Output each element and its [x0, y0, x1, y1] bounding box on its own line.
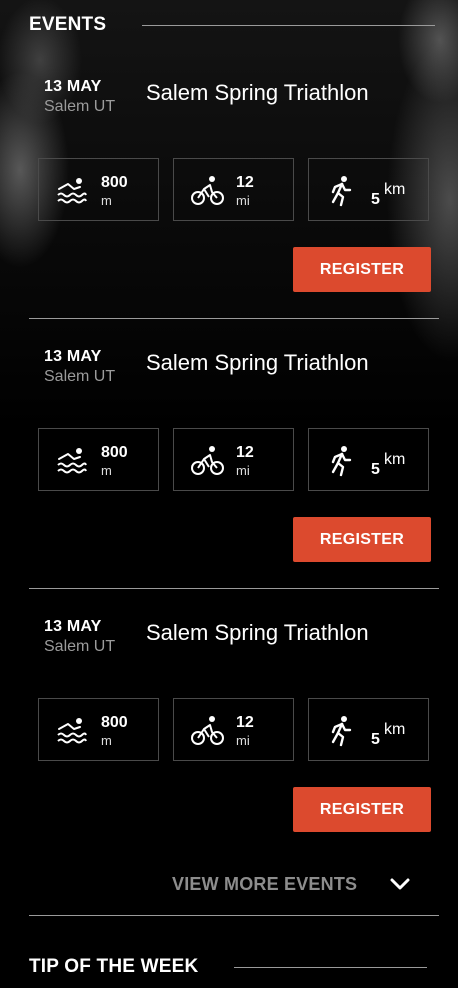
bike-distance-value: 12: [236, 444, 254, 461]
event-card: 13 MAY Salem UT Salem Spring Triathlon 8…: [29, 618, 439, 888]
swim-distance-value: 800: [101, 714, 128, 731]
event-date: 13 MAY: [44, 618, 102, 635]
register-button[interactable]: REGISTER: [293, 247, 431, 292]
event-date: 13 MAY: [44, 78, 102, 95]
swim-distance-unit: m: [101, 733, 112, 748]
event-location: Salem UT: [44, 638, 116, 655]
bike-distance-value: 12: [236, 714, 254, 731]
bike-distance-value: 12: [236, 174, 254, 191]
bike-icon: [191, 176, 224, 205]
event-name[interactable]: Salem Spring Triathlon: [146, 350, 369, 376]
run-distance-value: 5: [371, 731, 380, 748]
event-date: 13 MAY: [44, 348, 102, 365]
bike-distance-box: 12 mi: [173, 158, 294, 221]
event-name[interactable]: Salem Spring Triathlon: [146, 80, 369, 106]
swim-icon: [57, 178, 87, 204]
event-divider: [29, 588, 439, 589]
events-section-title: EVENTS: [29, 14, 107, 35]
section-rule: [142, 24, 436, 26]
event-location: Salem UT: [44, 98, 116, 115]
swim-distance-box: 800 m: [38, 158, 159, 221]
bike-distance-unit: mi: [236, 193, 250, 208]
swim-distance-value: 800: [101, 444, 128, 461]
register-button[interactable]: REGISTER: [293, 787, 431, 832]
run-distance-unit: km: [384, 181, 406, 198]
events-section-header: EVENTS: [29, 14, 436, 36]
run-distance-value: 5: [371, 191, 380, 208]
swim-distance-unit: m: [101, 193, 112, 208]
run-distance-box: 5 km: [308, 158, 429, 221]
event-location: Salem UT: [44, 368, 116, 385]
run-icon: [331, 446, 352, 477]
event-card: 13 MAY Salem UT Salem Spring Triathlon 8…: [29, 348, 439, 618]
run-distance-value: 5: [371, 461, 380, 478]
swim-icon: [57, 718, 87, 744]
run-distance-unit: km: [384, 721, 406, 738]
run-icon: [331, 716, 352, 747]
swim-distance-unit: m: [101, 463, 112, 478]
bike-icon: [191, 446, 224, 475]
event-card: 13 MAY Salem UT Salem Spring Triathlon 8…: [29, 78, 439, 348]
tip-section-header: TIP OF THE WEEK: [29, 956, 428, 978]
swim-distance-box: 800 m: [38, 698, 159, 761]
section-divider: [29, 915, 439, 916]
bike-distance-box: 12 mi: [173, 698, 294, 761]
run-distance-box: 5 km: [308, 698, 429, 761]
bike-distance-unit: mi: [236, 733, 250, 748]
event-divider: [29, 318, 439, 319]
run-icon: [331, 176, 352, 207]
tip-section-title: TIP OF THE WEEK: [29, 956, 199, 977]
view-more-events-label: VIEW MORE EVENTS: [172, 873, 358, 894]
event-name[interactable]: Salem Spring Triathlon: [146, 620, 369, 646]
bike-distance-box: 12 mi: [173, 428, 294, 491]
run-distance-box: 5 km: [308, 428, 429, 491]
run-distance-unit: km: [384, 451, 406, 468]
swim-distance-value: 800: [101, 174, 128, 191]
chevron-down-icon[interactable]: [387, 873, 413, 895]
view-more-events-link[interactable]: VIEW MORE EVENTS: [172, 873, 413, 895]
section-rule: [234, 966, 428, 968]
bike-distance-unit: mi: [236, 463, 250, 478]
swim-distance-box: 800 m: [38, 428, 159, 491]
bike-icon: [191, 716, 224, 745]
swim-icon: [57, 448, 87, 474]
register-button[interactable]: REGISTER: [293, 517, 431, 562]
